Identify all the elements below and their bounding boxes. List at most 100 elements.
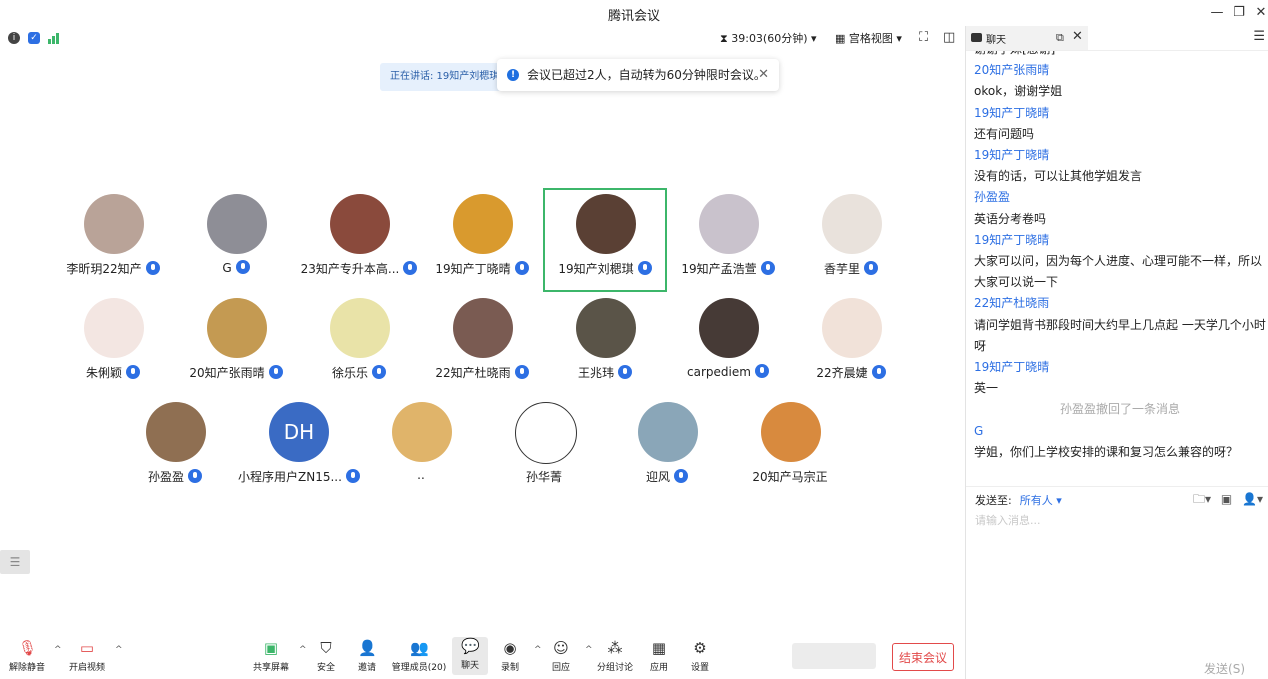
screenshot-icon[interactable]: ▣: [1221, 492, 1232, 506]
chat-sender: 22知产杜晓雨: [974, 296, 1050, 311]
settings-button[interactable]: ⚙ 设置: [678, 639, 722, 673]
participant-tile[interactable]: 19知产刘楒琪: [543, 188, 667, 292]
chevron-up-icon: ^: [585, 645, 593, 655]
participant-name: 小程序用户ZN15...: [238, 468, 360, 485]
chat-button[interactable]: 💬 聊天: [452, 637, 488, 675]
start-video-button[interactable]: ▭ 开启视频: [65, 639, 109, 673]
mic-icon: [372, 365, 386, 379]
info-icon[interactable]: i: [8, 32, 20, 44]
grid-icon: ▦: [835, 32, 846, 45]
invite-button[interactable]: 👤 邀请: [345, 639, 389, 673]
participant-tile[interactable]: 孙盈盈: [115, 398, 235, 498]
avatar: [638, 402, 698, 462]
participant-name: carpediem: [668, 364, 788, 379]
send-to-selector[interactable]: 发送至: 所有人 ▾: [975, 492, 1062, 508]
view-mode-label: 宫格视图: [848, 32, 893, 45]
time-limit-toast: ! 会议已超过2人，自动转为60分钟限时会议。 ✕: [497, 59, 779, 91]
participant-name: 孙华菁: [484, 468, 604, 485]
manage-members-button[interactable]: 👥 管理成员(20): [386, 639, 452, 673]
participant-name: 19知产丁晓晴: [422, 260, 542, 277]
system-notice: 孙盈盈撤回了一条消息: [1059, 402, 1180, 417]
participant-tile[interactable]: 孙华菁: [484, 398, 604, 498]
participant-tile[interactable]: 王兆玮: [545, 294, 665, 394]
mic-icon: [514, 261, 529, 275]
apps-button[interactable]: ▦ 应用: [637, 639, 681, 673]
folder-icon[interactable]: 🗀▾: [1193, 492, 1211, 506]
close-icon[interactable]: ✕: [1251, 3, 1268, 23]
popout-icon[interactable]: ⧉: [1056, 31, 1064, 45]
send-button[interactable]: 发送(S): [1204, 660, 1245, 677]
participant-name: 徐乐乐: [299, 364, 419, 381]
fullscreen-icon[interactable]: ⛶: [919, 30, 928, 45]
participant-name-label: 22齐晨婕: [816, 366, 868, 380]
breakout-button[interactable]: ⁂ 分组讨论: [593, 639, 637, 673]
participant-tile[interactable]: G: [176, 190, 296, 290]
hourglass-icon: ⧗: [720, 32, 728, 45]
participant-tile[interactable]: 朱俐颖: [53, 294, 173, 394]
avatar: [699, 298, 759, 358]
chat-panel: 聊天 ⧉ ✕ ☰ 谢谢学妹[感谢] 20知产张雨晴 okok，谢谢学姐 19知产丁晓晴…: [965, 26, 1268, 679]
record-button[interactable]: ◉ 录制: [488, 639, 532, 673]
participant-tile[interactable]: 徐乐乐: [299, 294, 419, 394]
participant-tile[interactable]: carpediem: [668, 294, 788, 394]
participant-tile[interactable]: 20知产张雨晴: [176, 294, 296, 394]
layout-toggle-icon[interactable]: ◫: [943, 30, 955, 45]
close-icon[interactable]: ✕: [758, 59, 769, 91]
share-screen-button[interactable]: ▣ 共享屏幕: [249, 639, 293, 673]
participant-name: 20知产张雨晴: [176, 364, 296, 381]
participant-tile[interactable]: 香芋里: [791, 190, 911, 290]
unmute-button[interactable]: 🎙 解除静音: [5, 639, 49, 673]
chat-message: 还有问题吗: [974, 126, 1035, 141]
user-icon[interactable]: 👤▾: [1242, 492, 1263, 506]
restore-icon[interactable]: ❐: [1229, 3, 1249, 23]
end-meeting-button[interactable]: 结束会议: [892, 643, 954, 671]
security-button[interactable]: ⛉ 安全: [304, 639, 348, 673]
participant-name-label: 迎风: [645, 470, 670, 484]
chat-icon: 💬: [461, 637, 480, 655]
react-button[interactable]: ☺ 回应: [539, 639, 583, 673]
message-list[interactable]: 谢谢学妹[感谢] 20知产张雨晴 okok，谢谢学姐 19知产丁晓晴还有问题吗 19知产…: [966, 51, 1268, 487]
participant-name: 20知产马宗正: [730, 468, 850, 485]
participant-tile[interactable]: 22知产杜晓雨: [422, 294, 542, 394]
message-input[interactable]: 请输入消息...: [975, 512, 1041, 528]
participant-tile[interactable]: 23知产专升本高...: [299, 190, 419, 290]
menu-icon[interactable]: ☰: [1253, 29, 1265, 44]
member-list-toggle-icon[interactable]: ☰: [0, 550, 30, 574]
recipient-dropdown[interactable]: 所有人 ▾: [1020, 494, 1062, 507]
tab-chat[interactable]: 聊天 ⧉ ✕: [966, 26, 1088, 50]
participant-tile[interactable]: ..: [361, 398, 481, 498]
chat-sender: 19知产丁晓晴: [974, 105, 1050, 120]
participant-name-label: 孙华菁: [525, 470, 562, 484]
mic-icon: [871, 365, 886, 379]
chat-message: 英一: [974, 381, 999, 396]
participant-name: 朱俐颖: [53, 364, 173, 381]
close-icon[interactable]: ✕: [1072, 29, 1083, 44]
mic-icon: [235, 260, 250, 274]
signal-icon[interactable]: [48, 32, 62, 44]
view-mode-dropdown[interactable]: ▦ 宫格视图 ▾: [835, 30, 902, 46]
participant-name: 香芋里: [791, 260, 911, 277]
participant-tile[interactable]: DH 小程序用户ZN15...: [238, 398, 360, 498]
participant-tile[interactable]: 李昕玥22知产: [53, 190, 173, 290]
chat-message: 大家可以问，因为每个人进度、心理可能不一样，所以: [974, 254, 1263, 269]
participant-name-label: 23知产专升本高...: [300, 262, 400, 276]
chat-sender: 19知产丁晓晴: [974, 148, 1050, 163]
divider: [966, 486, 1268, 487]
mic-icon: [760, 261, 775, 275]
members-icon: 👥: [410, 639, 429, 657]
participant-name-label: 香芋里: [823, 262, 860, 276]
participant-name: 王兆玮: [545, 364, 665, 381]
meeting-timer[interactable]: ⧗ 39:03(60分钟) ▾: [720, 30, 817, 46]
participant-tile[interactable]: 20知产马宗正: [730, 398, 850, 498]
shield-icon[interactable]: ✓: [28, 32, 40, 44]
avatar: [207, 194, 267, 254]
chat-message: 呀: [974, 338, 987, 353]
participant-tile[interactable]: 22齐晨婕: [791, 294, 911, 394]
participant-name: 孙盈盈: [115, 468, 235, 485]
participant-tile[interactable]: 19知产丁晓晴: [422, 190, 542, 290]
minimize-icon[interactable]: —: [1207, 3, 1227, 23]
participant-name-label: 20知产马宗正: [752, 470, 828, 484]
apps-icon: ▦: [651, 639, 667, 657]
participant-tile[interactable]: 迎风: [607, 398, 727, 498]
participant-tile[interactable]: 19知产孟浩萱: [668, 190, 788, 290]
